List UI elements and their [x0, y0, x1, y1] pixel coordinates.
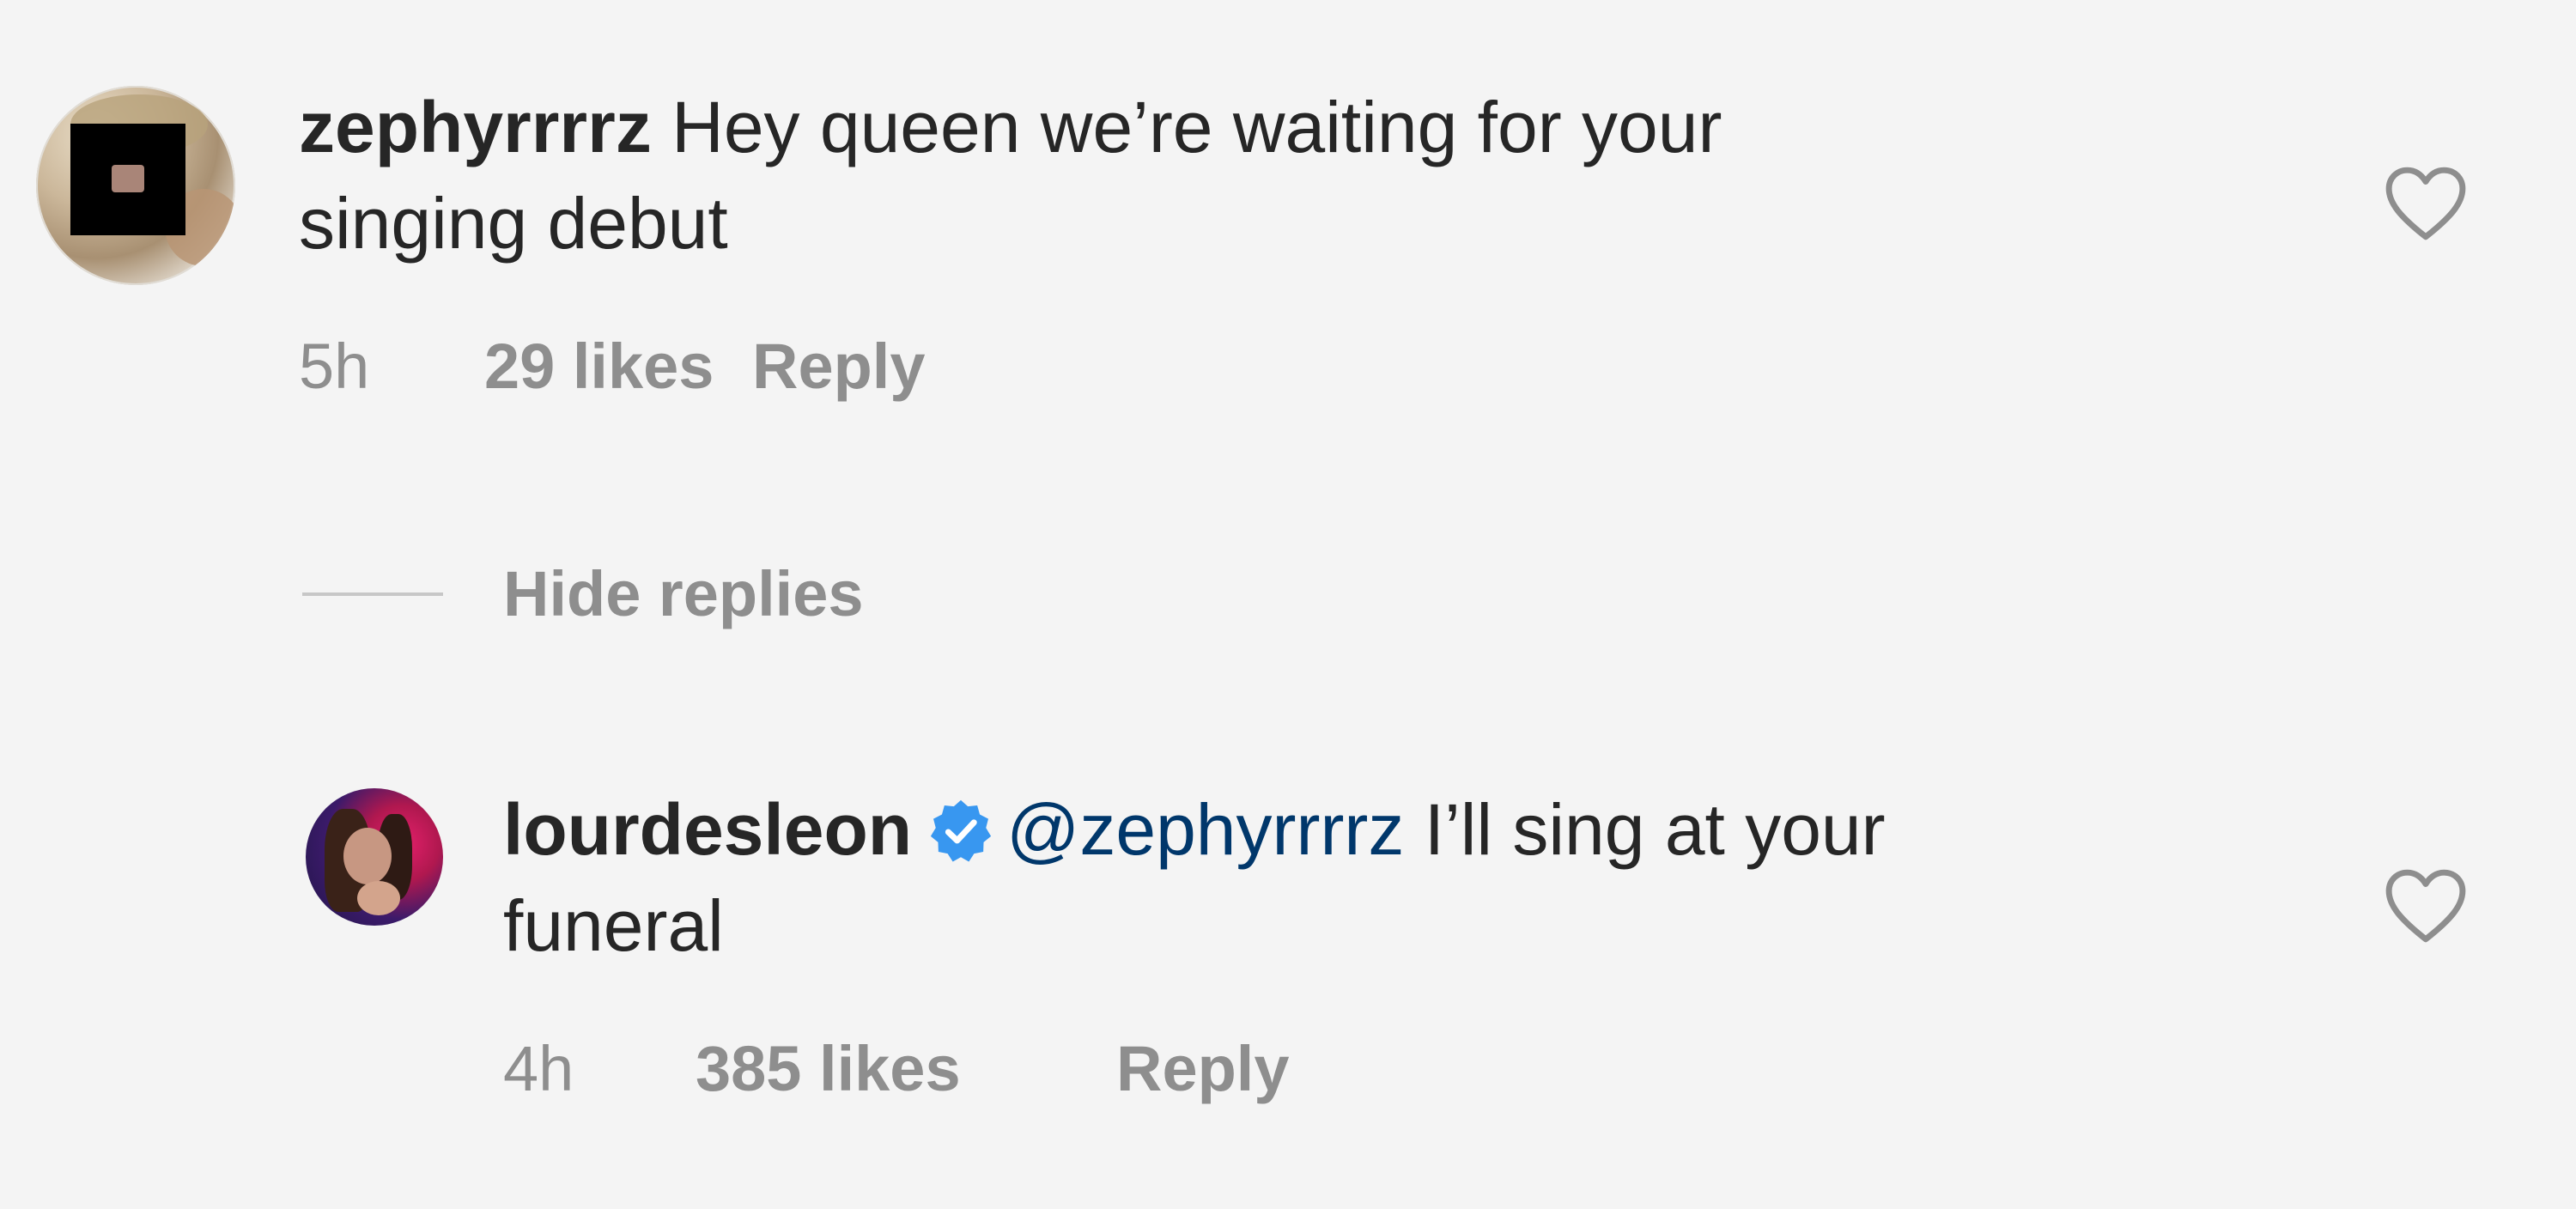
- heart-outline-icon[interactable]: [2384, 867, 2468, 945]
- comment-meta: 5h 29 likes Reply: [299, 328, 926, 405]
- reply-button[interactable]: Reply: [752, 328, 926, 405]
- comment-text-line-2: singing debut: [299, 183, 728, 264]
- comment-username[interactable]: zephyrrrrz: [299, 87, 652, 167]
- comment-likes-count[interactable]: 385 likes: [696, 1030, 1116, 1108]
- reply-button[interactable]: Reply: [1116, 1030, 1290, 1108]
- comment-text-line-2: funeral: [503, 885, 724, 966]
- censor-box: [70, 124, 185, 235]
- comment: zephyrrrrz Hey queen we’re waiting for y…: [0, 0, 2576, 481]
- comment-meta: 4h 385 likes Reply: [503, 1030, 1290, 1108]
- heart-outline-icon[interactable]: [2384, 165, 2468, 242]
- comment-timestamp[interactable]: 4h: [503, 1030, 696, 1108]
- comment-text: Hey queen we’re waiting for your: [651, 87, 1722, 167]
- verified-badge-icon: [930, 799, 992, 862]
- comment-timestamp[interactable]: 5h: [299, 328, 484, 405]
- comment-username[interactable]: lourdesleon: [503, 789, 912, 870]
- reply-comment: lourdesleon @zephyrrrrz I’ll sing at your…: [0, 756, 2576, 1209]
- mention-link[interactable]: @zephyrrrrz: [1006, 789, 1404, 870]
- comment-text-line-1: lourdesleon @zephyrrrrz I’ll sing at your: [503, 781, 1886, 878]
- comment-likes-count[interactable]: 29 likes: [484, 328, 752, 405]
- hide-replies-button[interactable]: Hide replies: [503, 550, 864, 639]
- user-avatar[interactable]: [36, 86, 235, 285]
- thread-divider: [302, 592, 443, 596]
- comment-text-line-1: zephyrrrrz Hey queen we’re waiting for y…: [299, 79, 1722, 175]
- user-avatar[interactable]: [306, 788, 443, 926]
- comment-text: I’ll sing at your: [1404, 789, 1886, 870]
